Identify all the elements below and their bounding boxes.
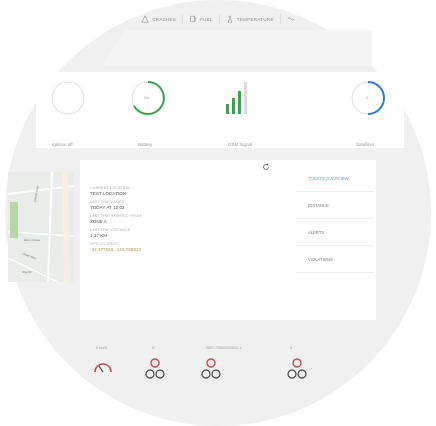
gps-coords-value: -32.477816 , 115.765813 (90, 247, 142, 252)
menu-label: ALERTS (308, 229, 325, 235)
nav-temperature-label: TEMPERATURE (236, 16, 274, 22)
battery-label: Battery (138, 142, 153, 147)
fuel-icon (190, 15, 197, 23)
wheel-icon (287, 358, 307, 379)
satellites-value: 0 (366, 96, 368, 100)
battery-value: 0% (144, 96, 150, 100)
last-trip-ended-value: TODAY AT 12:02 (90, 205, 125, 210)
nav-crashes[interactable]: CRASHES (135, 14, 184, 24)
last-trip-started-label: LAST TRIP STARTED FROM (90, 214, 142, 218)
crash-icon (141, 15, 149, 23)
nav-fuel[interactable]: FUEL (183, 14, 220, 24)
top-nav: CRASHES FUEL TEMPERATURE (0, 8, 436, 30)
heading-value: 0° (152, 346, 156, 350)
menu-label: VIOLATIONS (308, 256, 333, 262)
gps-coords-label: GPS CO-ORDS (90, 242, 118, 246)
last-trip-distance-value: 1.17 KM (90, 233, 108, 238)
ignition-label: Ignition off (52, 142, 73, 147)
nav-temperature[interactable]: TEMPERATURE (220, 14, 281, 24)
menu-alerts[interactable]: ALERTS (296, 219, 374, 246)
nav-fuel-label: FUEL (200, 16, 213, 22)
map-street-label: Wayhill (22, 270, 32, 274)
menu-distance[interactable]: DISTANCE (296, 192, 374, 219)
menu-label: TODAYS OVERVIEW (308, 175, 349, 181)
current-location-value: TEST LOCATION (90, 191, 127, 196)
gsm-signal-icon (226, 82, 247, 114)
location-map[interactable]: Ellen Chase Ulster Way Wayhill Clarion W… (8, 172, 74, 282)
count-value: 0 (290, 346, 292, 350)
refresh-icon[interactable] (262, 163, 270, 171)
nav-settings[interactable] (281, 14, 301, 24)
map-street-label: Ellen Chase (24, 238, 41, 242)
thermometer-icon (227, 15, 232, 23)
odometer-value: 2897.700000000001 L (206, 346, 242, 350)
current-location-label: CURRENT LOCATION (90, 186, 130, 190)
satellites-gauge (351, 81, 385, 115)
overview-menu: TODAYS OVERVIEW DISTANCE ALERTS VIOLATIO… (296, 165, 374, 273)
last-trip-started-value: ZONE A (90, 219, 107, 224)
wheel-icon (201, 358, 221, 379)
gauges-panel: Ignition off 0% Battery GSM Signal 0 Sat… (36, 72, 404, 148)
ignition-gauge (51, 81, 85, 115)
menu-violations[interactable]: VIOLATIONS (296, 246, 374, 273)
nav-crashes-label: CRASHES (152, 16, 177, 22)
map-roads (8, 172, 74, 282)
wheel-icon (145, 358, 165, 379)
menu-todays-overview[interactable]: TODAYS OVERVIEW (296, 165, 374, 192)
last-trip-ended-label: LAST TRIP ENDED (90, 200, 125, 204)
gsm-label: GSM Signal (228, 142, 253, 147)
satellites-label: Satellites (356, 142, 375, 147)
last-trip-distance-label: LAST TRIP DISTANCE (90, 228, 131, 232)
speedometer-icon (94, 363, 112, 373)
wave-icon (287, 17, 295, 21)
menu-label: DISTANCE (308, 202, 329, 208)
speed-value: 0 km/h (96, 346, 107, 350)
trip-details: CURRENT LOCATION TEST LOCATION LAST TRIP… (90, 182, 141, 252)
